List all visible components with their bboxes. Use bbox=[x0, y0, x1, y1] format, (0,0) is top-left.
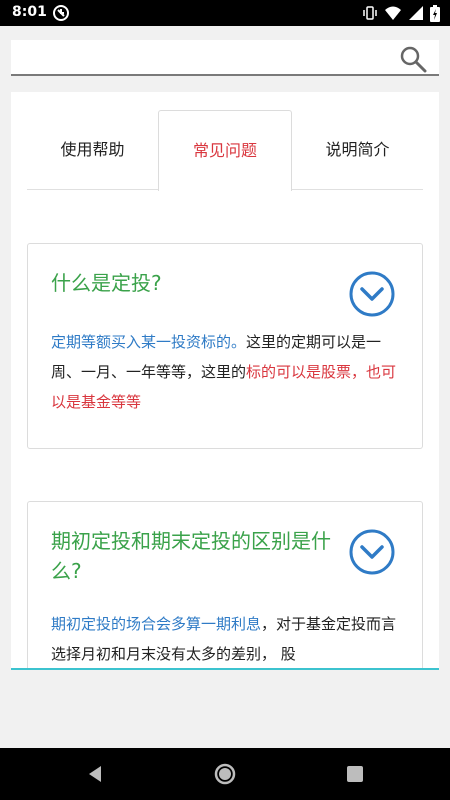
tab-bar: 使用帮助 常见问题 说明简介 bbox=[27, 110, 423, 191]
search-bar bbox=[11, 40, 439, 76]
search-icon[interactable] bbox=[399, 45, 427, 73]
signal-icon bbox=[409, 6, 423, 20]
search-input[interactable] bbox=[11, 40, 391, 74]
back-icon[interactable] bbox=[83, 762, 107, 786]
recent-apps-icon[interactable] bbox=[343, 762, 367, 786]
expand-chevron-icon[interactable] bbox=[348, 528, 396, 576]
faq-answer-2: 期初定投的场合会多算一期利息，对于基金定投而言选择月初和月末没有太多的差别， 股 bbox=[51, 609, 407, 669]
app-notification-icon bbox=[53, 5, 69, 21]
answer-highlight: 期初定投的场合会多算一期利息 bbox=[51, 615, 262, 633]
wifi-icon bbox=[385, 6, 401, 20]
faq-question-2: 期初定投和期末定投的区别是什么? bbox=[51, 529, 331, 583]
vibrate-icon bbox=[363, 6, 377, 20]
faq-card-1: 什么是定投? 定期等额买入某一投资标的。这里的定期可以是一周、一月、一年等等，这… bbox=[27, 243, 423, 449]
answer-highlight: 定期等额买入某一投资标的。 bbox=[51, 333, 247, 351]
battery-icon bbox=[430, 4, 440, 22]
tab-usage-help[interactable]: 使用帮助 bbox=[27, 110, 158, 190]
home-icon[interactable] bbox=[213, 762, 237, 786]
faq-card-2: 期初定投和期末定投的区别是什么? 期初定投的场合会多算一期利息，对于基金定投而言… bbox=[27, 501, 423, 670]
status-time: 8:01 bbox=[12, 4, 47, 20]
status-icons bbox=[362, 4, 440, 22]
tab-intro[interactable]: 说明简介 bbox=[292, 110, 423, 190]
expand-chevron-icon[interactable] bbox=[348, 270, 396, 318]
tab-faq[interactable]: 常见问题 bbox=[158, 110, 292, 191]
scroll-divider bbox=[11, 668, 439, 670]
navigation-bar bbox=[0, 748, 450, 800]
search-underline bbox=[11, 74, 439, 76]
faq-answer-1: 定期等额买入某一投资标的。这里的定期可以是一周、一月、一年等等，这里的标的可以是… bbox=[51, 327, 407, 417]
faq-question-1: 什么是定投? bbox=[51, 271, 162, 295]
status-bar: 8:01 bbox=[0, 0, 450, 26]
content-panel: 使用帮助 常见问题 说明简介 什么是定投? 定期等额买入某一投资标的。这里的定期… bbox=[11, 92, 439, 670]
